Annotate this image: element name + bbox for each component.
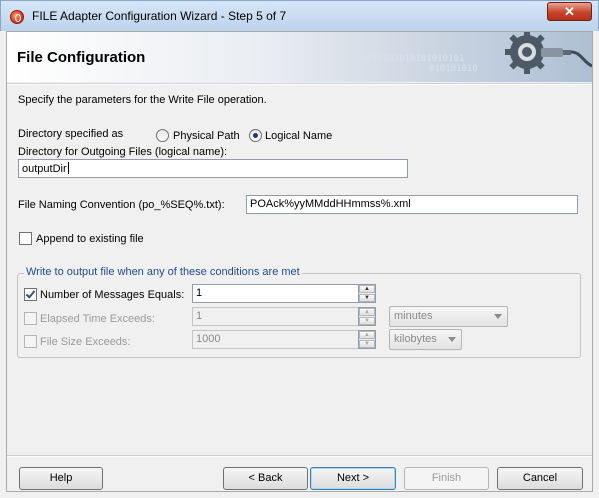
number-of-messages-label[interactable]: Number of Messages Equals: — [40, 289, 184, 301]
file-size-input[interactable]: 1000 — [192, 330, 359, 349]
back-button[interactable]: < Back — [223, 467, 308, 490]
number-of-messages-input[interactable]: 1 — [192, 284, 359, 303]
finish-button[interactable]: Finish — [404, 467, 489, 490]
append-label[interactable]: Append to existing file — [36, 233, 144, 245]
write-conditions-legend: Write to output file when any of these c… — [24, 266, 302, 278]
footer-separator — [7, 455, 592, 457]
header-separator — [7, 83, 592, 85]
help-button[interactable]: Help — [19, 467, 103, 490]
next-button[interactable]: Next > — [310, 467, 396, 490]
elapsed-time-spinner[interactable]: ▲ ▼ — [358, 307, 376, 326]
elapsed-time-input[interactable]: 1 — [192, 307, 359, 326]
window-title: FILE Adapter Configuration Wizard - Step… — [32, 9, 287, 23]
directory-type-label: Directory specified as — [18, 128, 124, 140]
wizard-header: File Configuration 010101010101010101010… — [7, 32, 592, 82]
physical-path-label[interactable]: Physical Path — [173, 130, 240, 142]
spinner-down-icon[interactable]: ▼ — [359, 340, 375, 348]
file-naming-label: File Naming Convention (po_%SEQ%.txt): — [18, 199, 225, 211]
spinner-up-icon[interactable]: ▲ — [359, 285, 375, 293]
spinner-down-icon[interactable]: ▼ — [359, 294, 375, 302]
logical-name-radio[interactable] — [249, 129, 262, 142]
chevron-down-icon — [448, 337, 456, 342]
elapsed-time-checkbox[interactable] — [24, 312, 37, 325]
number-of-messages-checkbox[interactable] — [24, 288, 37, 301]
file-size-checkbox[interactable] — [24, 335, 37, 348]
file-size-label: File Size Exceeds: — [40, 336, 131, 348]
elapsed-time-unit-select[interactable]: minutes — [389, 306, 508, 327]
elapsed-time-unit-value: minutes — [394, 310, 433, 322]
physical-path-radio[interactable] — [156, 129, 169, 142]
binary-decoration: 010101010 — [429, 64, 478, 74]
file-size-unit-select[interactable]: kilobytes — [389, 329, 462, 350]
cancel-button[interactable]: Cancel — [497, 467, 583, 490]
binary-decoration: 0101010101010101010101 — [345, 54, 465, 64]
oracle-app-icon — [10, 10, 24, 24]
spinner-up-icon[interactable]: ▲ — [359, 331, 375, 339]
outgoing-directory-label: Directory for Outgoing Files (logical na… — [18, 146, 228, 158]
spinner-down-icon[interactable]: ▼ — [359, 317, 375, 325]
check-icon — [25, 288, 36, 299]
page-title: File Configuration — [17, 49, 146, 66]
title-bar: FILE Adapter Configuration Wizard - Step… — [0, 0, 599, 31]
gear-connector-icon — [505, 32, 592, 74]
file-size-unit-value: kilobytes — [394, 333, 437, 345]
outgoing-directory-input[interactable]: outputDir — [18, 159, 408, 178]
number-of-messages-spinner[interactable]: ▲ ▼ — [358, 284, 376, 303]
chevron-down-icon — [494, 314, 502, 319]
close-button[interactable]: ✕ — [547, 2, 592, 21]
page-description: Specify the parameters for the Write Fil… — [18, 94, 267, 106]
logical-name-label[interactable]: Logical Name — [265, 130, 332, 142]
file-naming-input[interactable]: POAck%yyMMddHHmmss%.xml — [246, 195, 578, 214]
spinner-up-icon[interactable]: ▲ — [359, 308, 375, 316]
append-checkbox[interactable] — [19, 232, 32, 245]
file-size-spinner[interactable]: ▲ ▼ — [358, 330, 376, 349]
elapsed-time-label: Elapsed Time Exceeds: — [40, 313, 155, 325]
